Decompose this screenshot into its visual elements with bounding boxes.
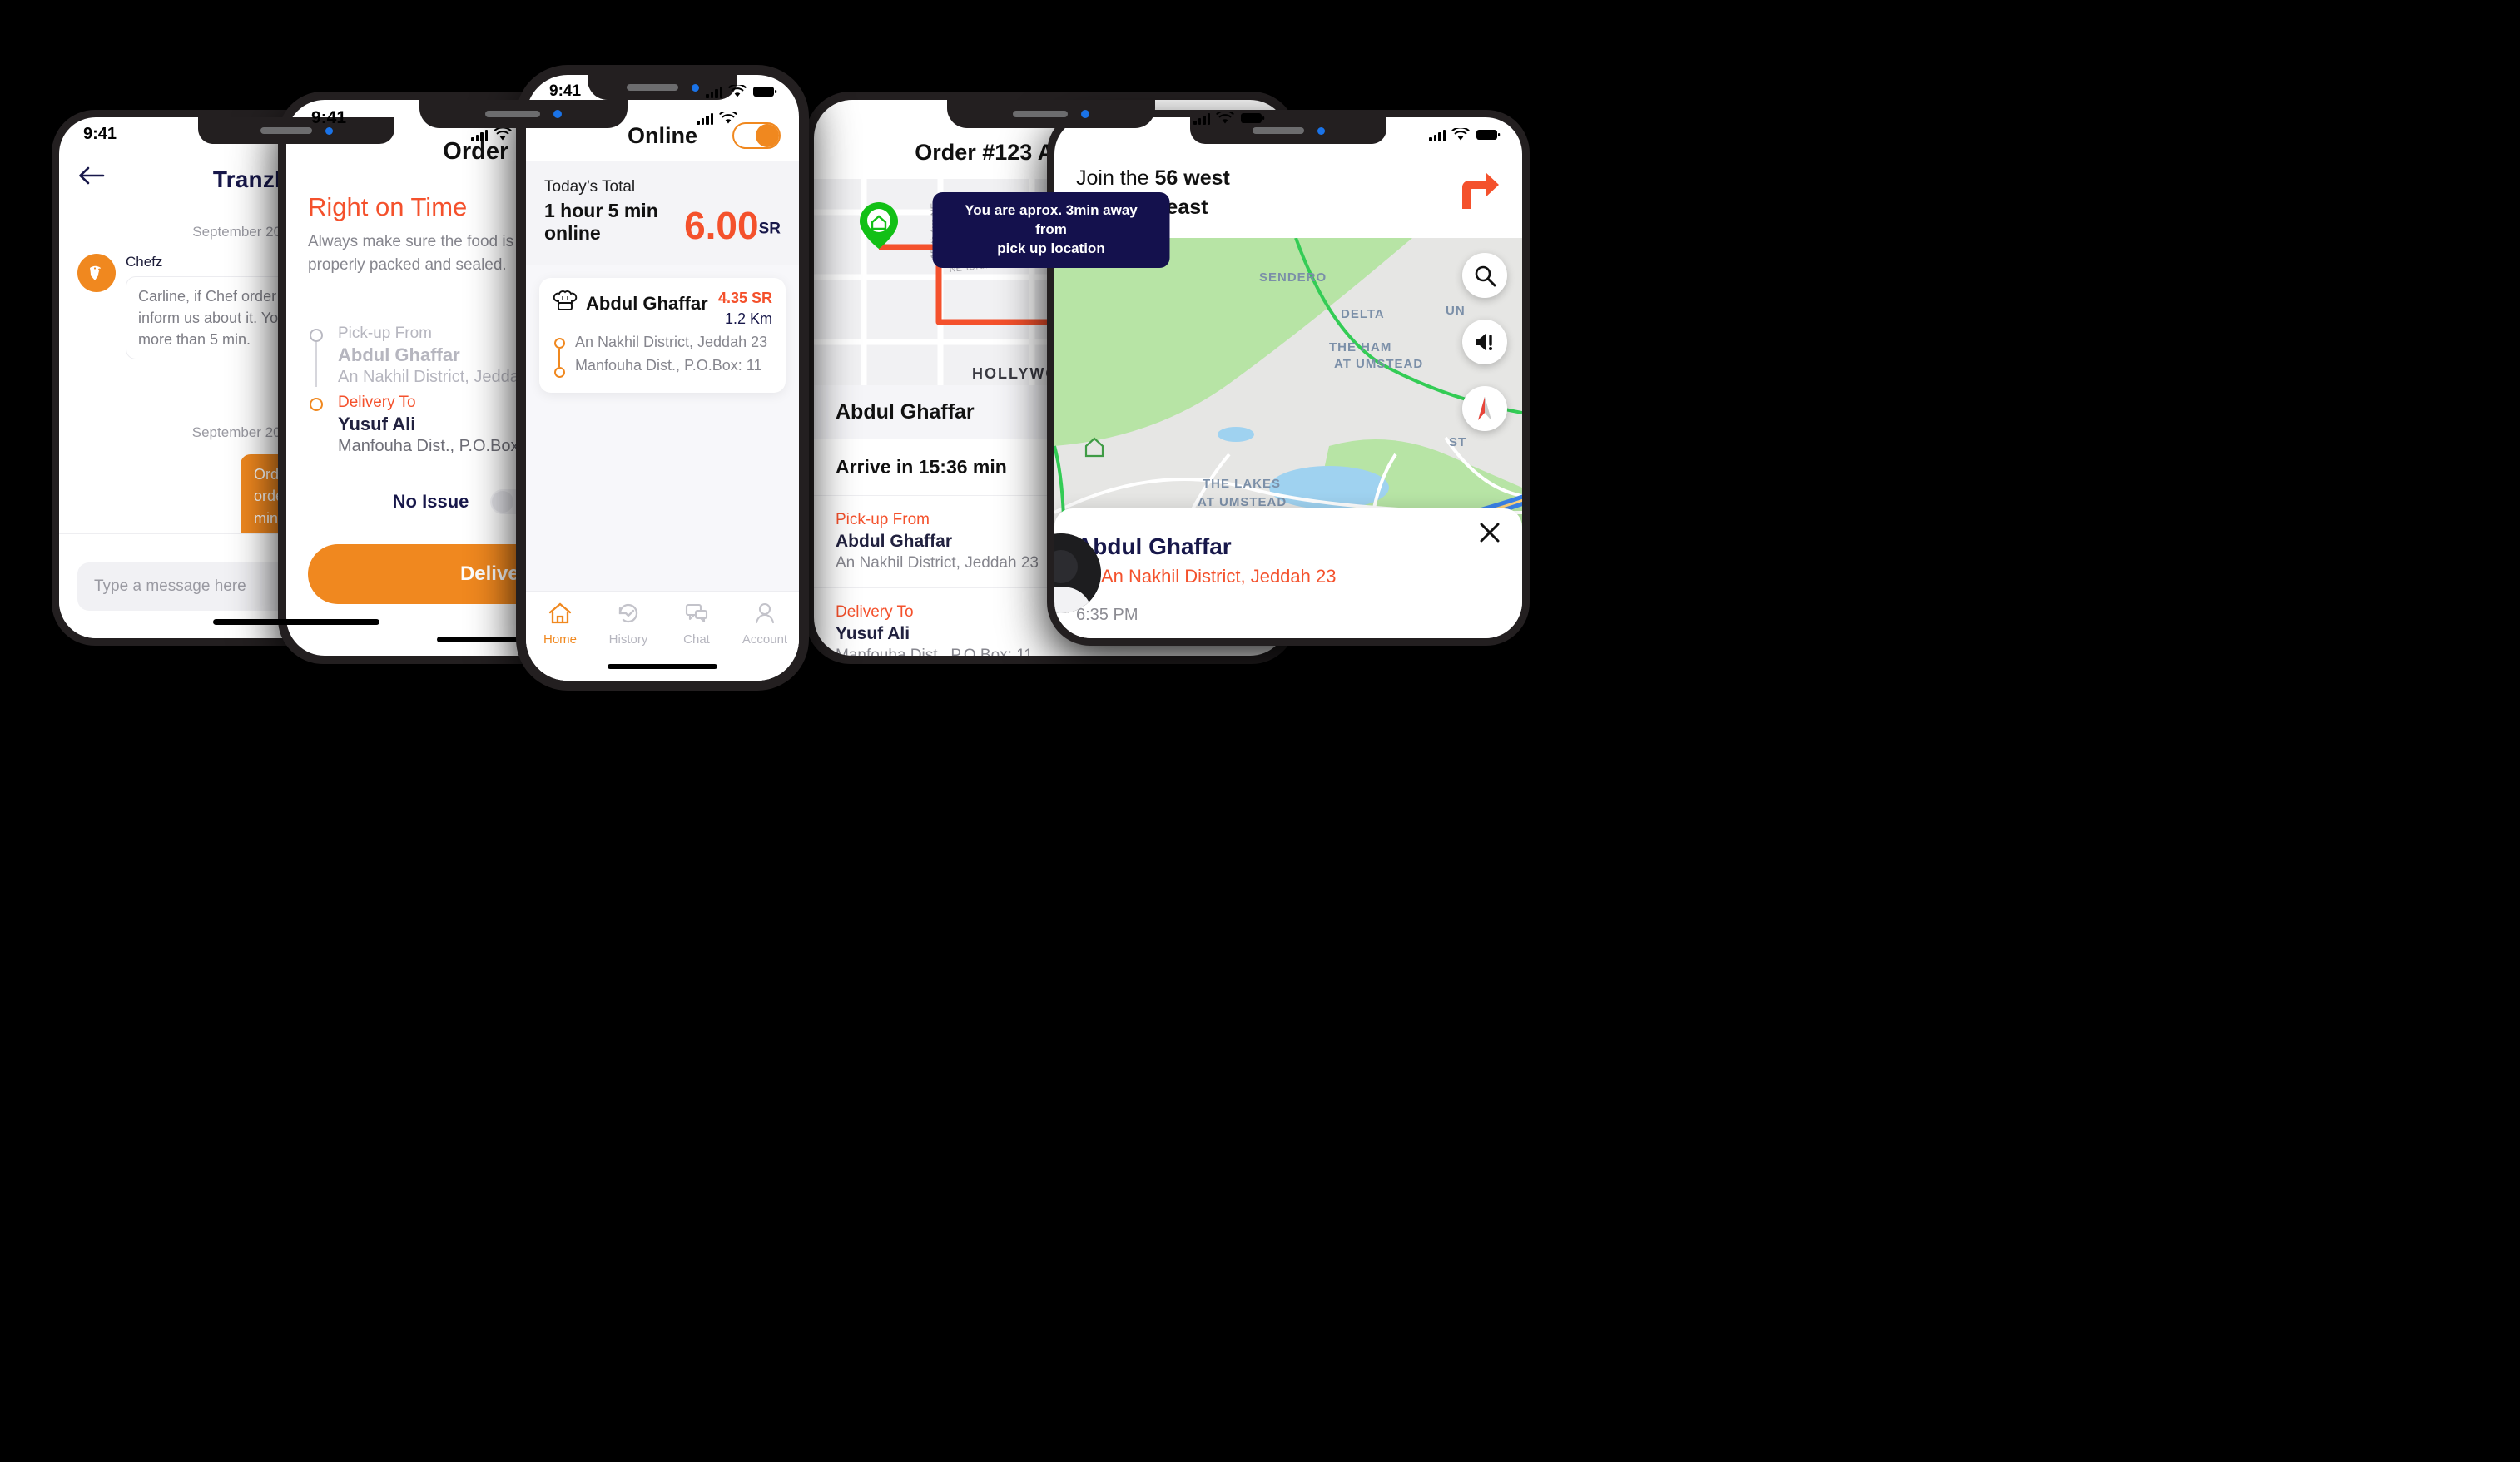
total-amount: 6.00 [684,204,759,248]
svg-text:THE LAKES: THE LAKES [1203,477,1281,491]
map-search-button[interactable] [1462,253,1507,298]
eta-tooltip: You are aprox. 3min away from pick up lo… [932,192,1170,268]
history-clock-icon [616,602,641,628]
chat-bubbles-icon [684,602,709,628]
wifi-icon [728,85,747,98]
svg-text:THE HAM: THE HAM [1329,340,1391,354]
svg-text:DELTA: DELTA [1341,307,1385,321]
wifi-icon [719,112,737,125]
screenshot-stage: 9:41 TranzHub Chat September 20, 2019 at… [0,0,2520,1462]
signal-bars-icon [1429,129,1446,141]
status-bar: 9:41 [286,100,761,128]
status-time: 9:41 [549,82,582,100]
online-duration: 1 hour 5 min online [544,200,658,244]
tab-account[interactable]: Account [731,602,799,647]
signal-bars-icon [697,113,713,125]
tab-label: Chat [683,632,710,647]
delivery-address: Manfouha Dist., P.O.Box: 11 [338,437,546,456]
total-label: Today’s Total [544,178,636,196]
wifi-icon [1451,127,1470,141]
status-time: 9:41 [311,108,347,127]
pickup-dot-icon [553,338,565,349]
svg-text:UN: UN [1446,304,1466,318]
turn-right-arrow-icon [1454,169,1501,216]
order-delivery-address: Manfouha Dist., P.O.Box: 11 [575,356,762,374]
back-arrow-icon[interactable] [77,166,106,194]
svg-text:AT UMSTEAD: AT UMSTEAD [1198,495,1287,509]
delivery-dot-icon [553,366,565,378]
signal-bars-icon [706,87,722,98]
no-issue-label: No Issue [392,491,469,513]
chef-hat-icon [553,290,578,317]
phone-online-home: 9:41 Online Today’s Total 1 hour 5 min o… [516,65,809,691]
order-card[interactable]: Abdul Ghaffar 4.35 SR 1.2 Km An Nakhil D… [539,278,786,393]
delivery-address: Manfouha Dist., P.O.Box: 11 [836,647,1033,656]
battery-icon [1476,128,1501,141]
destination-address: An Nakhil District, Jeddah 23 [1101,566,1337,587]
status-time: 9:41 [83,125,117,143]
order-price: 4.35 SR [717,290,772,306]
online-screen: 9:41 Online Today’s Total 1 hour 5 min o… [526,75,799,681]
pickup-dot-icon [310,329,323,343]
svg-text:SENDERO: SENDERO [1259,270,1327,285]
tab-chat[interactable]: Chat [662,602,731,647]
home-indicator [608,664,717,669]
home-indicator [213,619,379,625]
signal-bars-icon [471,129,488,141]
delivery-label: Delivery To [338,394,416,412]
home-icon [548,602,573,628]
status-bar: 9:41 [1054,117,1522,144]
order-chef-name: Abdul Ghaffar [586,292,708,314]
map-sound-alert-button[interactable] [1462,320,1507,364]
tab-label: Account [742,632,788,647]
nav-line1-strong: 56 west [1154,166,1230,190]
tab-history[interactable]: History [594,602,662,647]
svg-text:ST: ST [1449,435,1466,449]
destination-time: 6:35 PM [1076,606,1138,624]
tab-home[interactable]: Home [526,602,594,647]
destination-address-row: An Nakhil District, Jeddah 23 [1076,565,1501,589]
route-connector [558,349,560,367]
close-x-icon[interactable] [1479,522,1501,543]
person-icon [752,602,777,628]
order-pickup-address: An Nakhil District, Jeddah 23 [575,334,768,350]
todays-total-panel: Today’s Total 1 hour 5 min online 6.00SR [526,161,799,265]
destination-sheet: Abdul Ghaffar An Nakhil District, Jeddah… [1054,508,1522,638]
route-connector [315,342,317,388]
tab-label: Home [543,632,577,647]
svg-text:AT UMSTEAD: AT UMSTEAD [1334,357,1423,371]
nav-line1-pre: Join the [1076,166,1155,190]
map-compass-button[interactable] [1462,386,1507,431]
wifi-icon [494,127,512,141]
tab-label: History [608,632,648,647]
delivery-dot-icon [310,398,323,412]
destination-name: Abdul Ghaffar [1076,533,1232,560]
delivery-name: Yusuf Ali [338,414,416,435]
order-distance: 1.2 Km [724,310,772,327]
phone-navigation: 9:41 Join the 56 west exit to 34 east [1047,110,1530,646]
total-currency: SR [758,220,781,238]
avatar [77,254,116,292]
battery-icon [752,85,777,98]
status-bar: 9:41 [526,75,799,101]
